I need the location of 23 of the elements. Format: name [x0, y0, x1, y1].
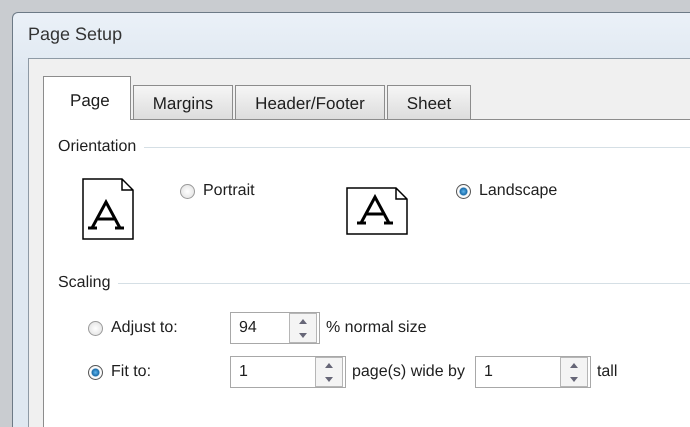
spin-box[interactable]: 1 — [230, 356, 346, 388]
window-title: Page Setup — [27, 23, 124, 46]
spin-box[interactable]: 1 — [474, 356, 591, 388]
field-label: % normal size — [326, 319, 426, 337]
tab[interactable]: Sheet — [386, 85, 472, 119]
field-label: page(s) wide by — [352, 363, 465, 381]
group-heading: Orientation — [58, 138, 138, 156]
radio-button[interactable] — [88, 364, 103, 380]
page-icon — [346, 187, 408, 235]
spin-box[interactable]: 94 — [230, 312, 320, 344]
option-label: Adjust to: — [111, 319, 178, 337]
tab[interactable]: Header/Footer — [235, 85, 385, 119]
field-label: tall — [596, 363, 618, 381]
option-label: Landscape — [479, 182, 558, 200]
tab[interactable]: Margins — [132, 85, 234, 119]
option-label: Portrait — [203, 182, 255, 200]
radio-button[interactable] — [88, 320, 103, 336]
radio-button[interactable] — [180, 184, 195, 198]
tab[interactable]: Page — [43, 76, 131, 120]
radio-button[interactable] — [456, 184, 471, 198]
option-label: Fit to: — [111, 363, 152, 381]
page-icon — [82, 178, 134, 240]
group-heading: Scaling — [58, 274, 112, 292]
